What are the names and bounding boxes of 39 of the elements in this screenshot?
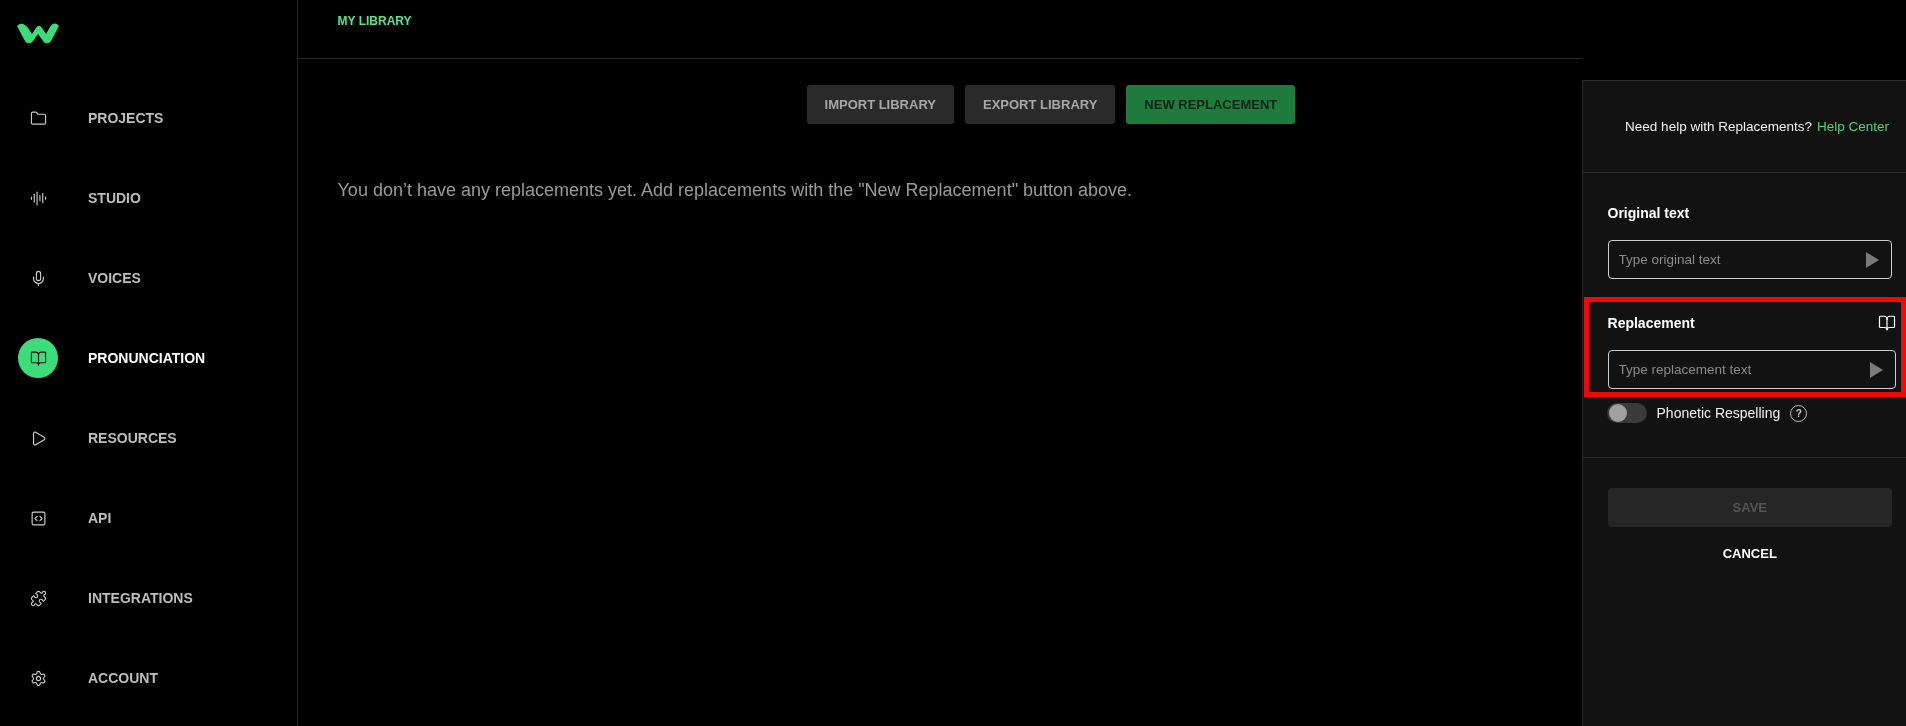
folder-icon: [29, 109, 47, 127]
book-icon: [29, 349, 47, 367]
breadcrumb[interactable]: MY LIBRARY: [337, 14, 412, 28]
nav-item[interactable]: RESOURCES: [0, 418, 297, 458]
nav-item[interactable]: STUDIO: [0, 178, 297, 218]
nav-label: PRONUNCIATION: [88, 350, 206, 366]
nav-label: VOICES: [88, 270, 141, 286]
nav-label: STUDIO: [88, 190, 141, 206]
logo-icon[interactable]: [17, 22, 59, 44]
field-label: Original text: [1607, 205, 1691, 221]
code-icon: [29, 509, 47, 527]
play-icon[interactable]: [1866, 252, 1879, 268]
secondary-button[interactable]: IMPORT LIBRARY: [806, 85, 954, 124]
nav-label: RESOURCES: [88, 430, 177, 446]
input-field[interactable]: Type replacement text: [1607, 350, 1896, 389]
nav-label: PROJECTS: [88, 110, 164, 126]
toggle-switch[interactable]: [1606, 403, 1647, 423]
nav-item[interactable]: VOICES: [0, 258, 297, 298]
cancel-button[interactable]: CANCEL: [1716, 545, 1783, 562]
play-icon[interactable]: [1870, 362, 1883, 378]
nav-item[interactable]: ACCOUNT: [0, 658, 297, 698]
nav-item[interactable]: PRONUNCIATION: [0, 338, 297, 378]
help-link[interactable]: Help Center: [1816, 119, 1889, 134]
toggle-label: Phonetic Respelling: [1656, 405, 1781, 421]
book-icon[interactable]: [1878, 314, 1896, 332]
nav-item[interactable]: INTEGRATIONS: [0, 578, 297, 618]
nav-label: API: [88, 510, 112, 526]
puzzle-icon: [29, 589, 47, 607]
settings-icon: [29, 669, 47, 687]
secondary-button[interactable]: EXPORT LIBRARY: [965, 85, 1116, 124]
nav-item[interactable]: PROJECTS: [0, 98, 297, 138]
nav-item[interactable]: API: [0, 498, 297, 538]
input-field[interactable]: Type original text: [1607, 240, 1892, 279]
field-label: Replacement: [1607, 315, 1695, 331]
empty-message: You don’t have any replacements yet. Add replacements with the "New Replacement" button above.: [337, 180, 1134, 201]
nav-label: INTEGRATIONS: [88, 590, 193, 606]
nav-label: ACCOUNT: [88, 670, 158, 686]
sound-wave-icon: [29, 189, 47, 207]
help-text: Need help with Replacements?: [1625, 119, 1812, 134]
